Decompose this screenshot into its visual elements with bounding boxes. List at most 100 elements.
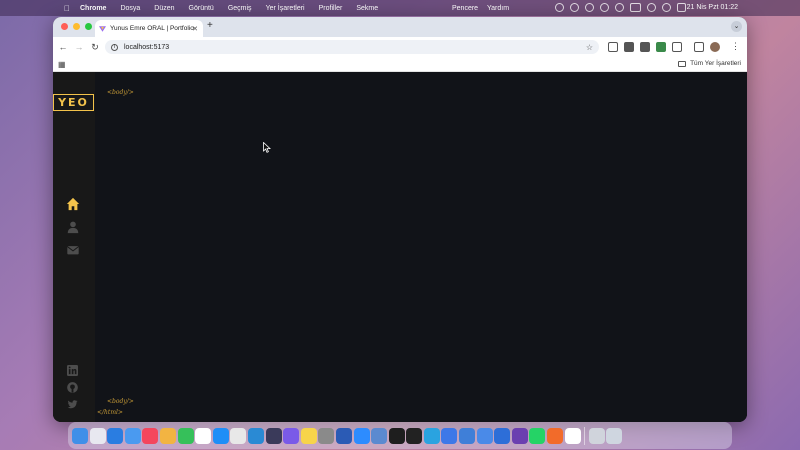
menubar-clock[interactable]: 21 Nis Pzt 01:22 [687, 4, 738, 11]
status-icon[interactable] [570, 3, 579, 12]
control-center-icon[interactable] [677, 3, 686, 12]
status-icons [555, 3, 686, 12]
home-icon[interactable] [66, 197, 80, 211]
status-icon[interactable] [585, 3, 594, 12]
dock-safari-icon[interactable] [107, 427, 124, 444]
dock-chrome-icon[interactable] [230, 427, 247, 444]
menu-item-history[interactable]: Geçmiş [228, 5, 252, 12]
menu-item-tab[interactable]: Sekme [356, 5, 378, 12]
dock-github-desktop-icon[interactable] [388, 427, 405, 444]
dock-facetime-icon[interactable] [177, 427, 194, 444]
extension-icon[interactable] [640, 42, 650, 52]
back-button[interactable]: ← [55, 42, 71, 52]
macos-dock [68, 422, 732, 449]
menu-item-file[interactable]: Dosya [120, 5, 140, 12]
menu-item-profiles[interactable]: Profiller [319, 5, 343, 12]
battery-icon[interactable] [630, 3, 641, 12]
forward-button[interactable]: → [71, 42, 87, 52]
dock-notes-icon[interactable] [300, 427, 317, 444]
dock-word-icon[interactable] [335, 427, 352, 444]
dock-xcode-icon[interactable] [459, 427, 476, 444]
dock-separator [584, 426, 586, 445]
menu-item-window[interactable]: Pencere [452, 5, 478, 12]
dock-finder-icon[interactable] [72, 427, 88, 444]
window-controls [61, 23, 92, 30]
dock-testflight-icon[interactable] [494, 427, 511, 444]
dock-terminal-icon[interactable] [406, 427, 423, 444]
menu-item-bookmarks[interactable]: Yer İşaretleri [266, 5, 305, 12]
tab-close-icon[interactable]: ✕ [192, 25, 198, 33]
address-bar[interactable]: i localhost:5173 ☆ [105, 40, 599, 54]
dock-instruments-icon[interactable] [476, 427, 493, 444]
url-text[interactable]: localhost:5173 [124, 44, 169, 51]
apple-icon[interactable]:  [62, 4, 72, 13]
dock-proxyman-icon[interactable] [265, 427, 282, 444]
page-viewport: YEO <body/> <body/> </html> [53, 72, 747, 422]
sync-icon[interactable] [694, 42, 704, 52]
zoom-window-button[interactable] [85, 23, 92, 30]
bookmark-star-icon[interactable]: ☆ [586, 43, 593, 52]
menu-item-view[interactable]: Görüntü [189, 5, 214, 12]
menu-app-name[interactable]: Chrome [80, 5, 106, 12]
all-bookmarks-label: Tüm Yer İşaretleri [690, 60, 741, 67]
extensions-row [608, 42, 720, 52]
macos-menubar:  Chrome Dosya Düzen Görüntü Geçmiş Yer … [0, 0, 800, 16]
menu-item-edit[interactable]: Düzen [154, 5, 174, 12]
dock-launchpad-icon[interactable] [89, 427, 106, 444]
portfolio-sidebar: YEO [53, 72, 95, 422]
linkedin-icon[interactable] [67, 365, 78, 376]
tab-search-button[interactable]: ⌄ [731, 21, 742, 32]
dock-calendar-icon[interactable] [195, 427, 212, 444]
close-window-button[interactable] [61, 23, 68, 30]
envelope-icon[interactable] [66, 243, 80, 257]
spotlight-icon[interactable] [662, 3, 671, 12]
extension-icon[interactable] [624, 42, 634, 52]
dock-pencil-app-icon[interactable] [547, 427, 564, 444]
status-icon[interactable] [555, 3, 564, 12]
dock-telegram-icon[interactable] [423, 427, 440, 444]
body-open-tag: <body/> [107, 89, 134, 96]
dock-remote-desktop-icon[interactable] [441, 427, 458, 444]
dock-preview-icon[interactable] [371, 427, 388, 444]
mouse-cursor-icon [263, 142, 271, 153]
dock-whatsapp-icon[interactable] [529, 427, 546, 444]
folder-icon [678, 60, 687, 67]
browser-window: Yunus Emre ORAL | Portfolio ✕ + ⌄ ← → ↻ … [53, 17, 747, 422]
dock-slack-icon[interactable] [564, 427, 581, 444]
site-info-icon[interactable]: i [111, 43, 118, 51]
html-close-tag: </html> [97, 409, 123, 416]
dock-mail-icon[interactable] [124, 427, 141, 444]
extension-icon[interactable] [656, 42, 666, 52]
user-icon[interactable] [66, 220, 80, 234]
dock-vscode-icon[interactable] [247, 427, 264, 444]
all-bookmarks-button[interactable]: Tüm Yer İşaretleri [678, 60, 741, 67]
dock-zoom-icon[interactable] [353, 427, 370, 444]
body-close-tag: <body/> [107, 398, 134, 405]
dock-visual-studio-icon[interactable] [511, 427, 528, 444]
apps-grid-icon[interactable]: ▦ [58, 60, 66, 69]
minimize-window-button[interactable] [73, 23, 80, 30]
site-logo[interactable]: YEO [53, 94, 94, 111]
dock-music-icon[interactable] [142, 427, 159, 444]
bookmarks-bar: ▦ Tüm Yer İşaretleri [53, 57, 747, 72]
status-icon[interactable] [600, 3, 609, 12]
dock-system-settings-icon[interactable] [318, 427, 335, 444]
vite-favicon-icon [99, 25, 106, 32]
tab-portfolio[interactable]: Yunus Emre ORAL | Portfolio ✕ [95, 20, 203, 37]
dock-photos-icon[interactable] [159, 427, 176, 444]
menu-item-help[interactable]: Yardım [487, 5, 509, 12]
twitter-icon[interactable] [67, 399, 78, 410]
extensions-puzzle-icon[interactable] [672, 42, 682, 52]
wifi-icon[interactable] [647, 3, 656, 12]
reload-button[interactable]: ↻ [87, 42, 103, 53]
chrome-menu-icon[interactable]: ⋮ [731, 41, 740, 52]
dock-archive-icon[interactable] [588, 427, 605, 444]
github-icon[interactable] [67, 382, 78, 393]
profile-avatar[interactable] [710, 42, 720, 52]
new-tab-button[interactable]: + [207, 20, 213, 31]
extension-icon[interactable] [608, 42, 618, 52]
dock-imovie-icon[interactable] [283, 427, 300, 444]
dock-app-store-icon[interactable] [212, 427, 229, 444]
status-icon[interactable] [615, 3, 624, 12]
dock-trash-icon[interactable] [606, 427, 623, 444]
